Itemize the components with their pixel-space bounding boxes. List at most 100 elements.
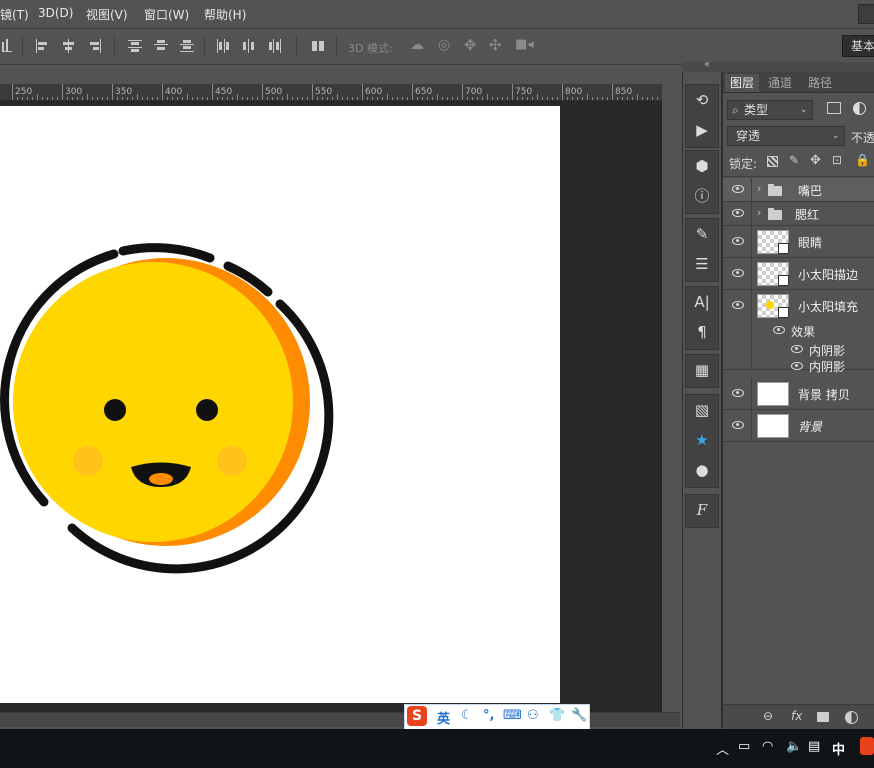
menu-3d[interactable]: 3D(D) — [38, 6, 73, 20]
brushes-icon[interactable]: ✎ — [686, 219, 718, 249]
history-icon[interactable]: ⟲ — [686, 85, 718, 115]
chevron-up-icon[interactable]: ︿ — [716, 739, 729, 758]
3d-orbit-icon[interactable]: ☁ — [410, 37, 424, 53]
document-canvas[interactable] — [0, 106, 560, 703]
ime-indicator[interactable]: 中 — [832, 739, 845, 758]
3d-icon[interactable]: ⬢ — [686, 151, 718, 181]
effect-row[interactable]: 内阴影 — [753, 358, 874, 374]
chevron-right-icon[interactable]: › — [757, 182, 761, 195]
lock-all-icon[interactable]: 🔒 — [855, 153, 870, 167]
visibility-eye-icon[interactable] — [791, 345, 803, 353]
distribute-hcenter-icon[interactable] — [242, 39, 256, 53]
lock-artboard-icon[interactable]: ⊡ — [832, 153, 842, 167]
layer-row-mouth[interactable]: › 嘴巴 — [723, 178, 874, 202]
menu-filter[interactable]: 镜(T) — [0, 6, 29, 23]
layer-row-background[interactable]: 背景 — [723, 410, 874, 442]
sogou-logo[interactable]: S — [407, 706, 427, 726]
chevron-right-icon[interactable]: › — [757, 206, 761, 219]
adjustment-layer-icon[interactable] — [845, 711, 858, 724]
visibility-eye-icon[interactable] — [732, 421, 744, 429]
ruler-minor-tick — [327, 97, 328, 100]
layer-name: 嘴巴 — [798, 184, 823, 198]
mask-icon[interactable] — [817, 712, 829, 722]
distribute-right-icon[interactable] — [268, 39, 282, 53]
distribute-vcenter-icon[interactable] — [154, 39, 168, 53]
lock-pixels-icon[interactable]: ✎ — [789, 153, 799, 167]
volume-icon[interactable]: 🔈 — [786, 739, 802, 754]
tab-paths[interactable]: 路径 — [803, 74, 837, 92]
layer-row-background-copy[interactable]: 背景 拷贝 — [723, 378, 874, 410]
layer-row-eyes[interactable]: 眼睛 — [723, 226, 874, 258]
menu-view[interactable]: 视图(V) — [86, 6, 128, 23]
wifi-icon[interactable]: ◠ — [762, 739, 773, 754]
visibility-eye-icon[interactable] — [732, 301, 744, 309]
workspace-select[interactable]: 基本 — [842, 35, 874, 57]
align-right-icon[interactable] — [88, 39, 102, 53]
tools-icon[interactable]: 🔧 — [571, 708, 587, 723]
menu-window[interactable]: 窗口(W) — [144, 6, 189, 23]
right-blush — [217, 446, 247, 476]
keyboard-icon[interactable]: ⌨ — [503, 708, 522, 723]
adjustments-icon[interactable]: ☰ — [686, 249, 718, 279]
ruler-minor-tick — [592, 97, 593, 100]
battery-icon[interactable]: ▭ — [738, 739, 750, 754]
fx-icon[interactable]: fx — [791, 709, 802, 723]
3d-roll-icon[interactable]: ◎ — [438, 37, 450, 53]
collapse-arrows-icon[interactable]: « — [704, 59, 710, 70]
distribute-left-icon[interactable] — [216, 39, 230, 53]
punctuation-icon[interactable]: °, — [483, 708, 494, 723]
ime-language-toggle[interactable]: 英 — [437, 708, 450, 727]
effect-row[interactable]: 内阴影 — [753, 340, 874, 359]
3d-drag-icon[interactable]: ✥ — [464, 36, 477, 54]
visibility-eye-icon[interactable] — [732, 237, 744, 245]
auto-align-icon[interactable] — [312, 39, 326, 53]
ruler-minor-tick — [197, 97, 198, 100]
play-action-icon[interactable]: ▶ — [686, 115, 718, 145]
distribute-top-icon[interactable] — [128, 39, 142, 53]
visibility-eye-icon[interactable] — [791, 362, 803, 370]
user-settings-icon[interactable]: ⚇ — [527, 708, 539, 723]
visibility-eye-icon[interactable] — [732, 389, 744, 397]
lock-transparency-icon[interactable] — [767, 156, 778, 167]
info-icon[interactable]: ⓘ — [686, 181, 718, 211]
align-hcenter-icon[interactable] — [62, 39, 76, 53]
blend-mode-select[interactable]: 穿透 ⌄ — [727, 126, 845, 146]
notes-icon[interactable]: ▤ — [808, 739, 820, 754]
font-icon[interactable]: F — [686, 495, 718, 525]
tab-channels[interactable]: 通道 — [763, 74, 797, 92]
3d-slide-icon[interactable]: ✣ — [489, 36, 502, 54]
sogou-tray-icon[interactable] — [860, 737, 874, 755]
distribute-bottom-icon[interactable] — [180, 39, 194, 53]
ruler-minor-tick — [32, 97, 33, 100]
skin-icon[interactable]: 👕 — [549, 708, 565, 723]
lock-position-icon[interactable]: ✥ — [810, 153, 821, 168]
visibility-eye-icon[interactable] — [732, 185, 744, 193]
paragraph-icon[interactable]: ¶ — [686, 317, 718, 347]
visibility-eye-icon[interactable] — [732, 209, 744, 217]
sun-emoji-artwork — [0, 243, 334, 574]
filter-adjustment-icon[interactable] — [853, 102, 866, 115]
layer-row-sun-fill[interactable]: 小太阳填充 效果 内阴影 内阴影 — [723, 290, 874, 374]
layer-filter-select[interactable]: ⌕ 类型 ⌄ — [727, 100, 813, 120]
swatches-icon[interactable]: ▧ — [686, 395, 718, 425]
align-left-icon[interactable] — [36, 39, 50, 53]
moon-icon[interactable]: ☾ — [461, 708, 473, 723]
layer-row-sun-stroke[interactable]: 小太阳描边 — [723, 258, 874, 290]
visibility-eye-icon[interactable] — [773, 326, 785, 334]
filter-image-icon[interactable] — [827, 102, 841, 114]
visibility-eye-icon[interactable] — [732, 269, 744, 277]
align-bottom-icon[interactable] — [2, 39, 16, 53]
tool-group-7: F — [685, 494, 719, 528]
menu-help[interactable]: 帮助(H) — [204, 6, 246, 23]
user-icon[interactable]: ● — [686, 455, 718, 485]
3d-camera-icon[interactable]: ■◂ — [515, 37, 534, 52]
window-corner-button[interactable] — [858, 4, 874, 24]
star-icon[interactable]: ★ — [686, 425, 718, 455]
layer-row-blush[interactable]: › 腮红 — [723, 202, 874, 226]
effects-row[interactable]: 效果 — [753, 321, 874, 340]
link-icon[interactable]: ⊖ — [763, 709, 773, 723]
glyphs-icon[interactable]: ▦ — [686, 355, 718, 385]
character-icon[interactable]: A| — [686, 287, 718, 317]
ruler-tick-label: 800 — [565, 87, 583, 97]
tab-layers[interactable]: 图层 — [725, 74, 760, 92]
